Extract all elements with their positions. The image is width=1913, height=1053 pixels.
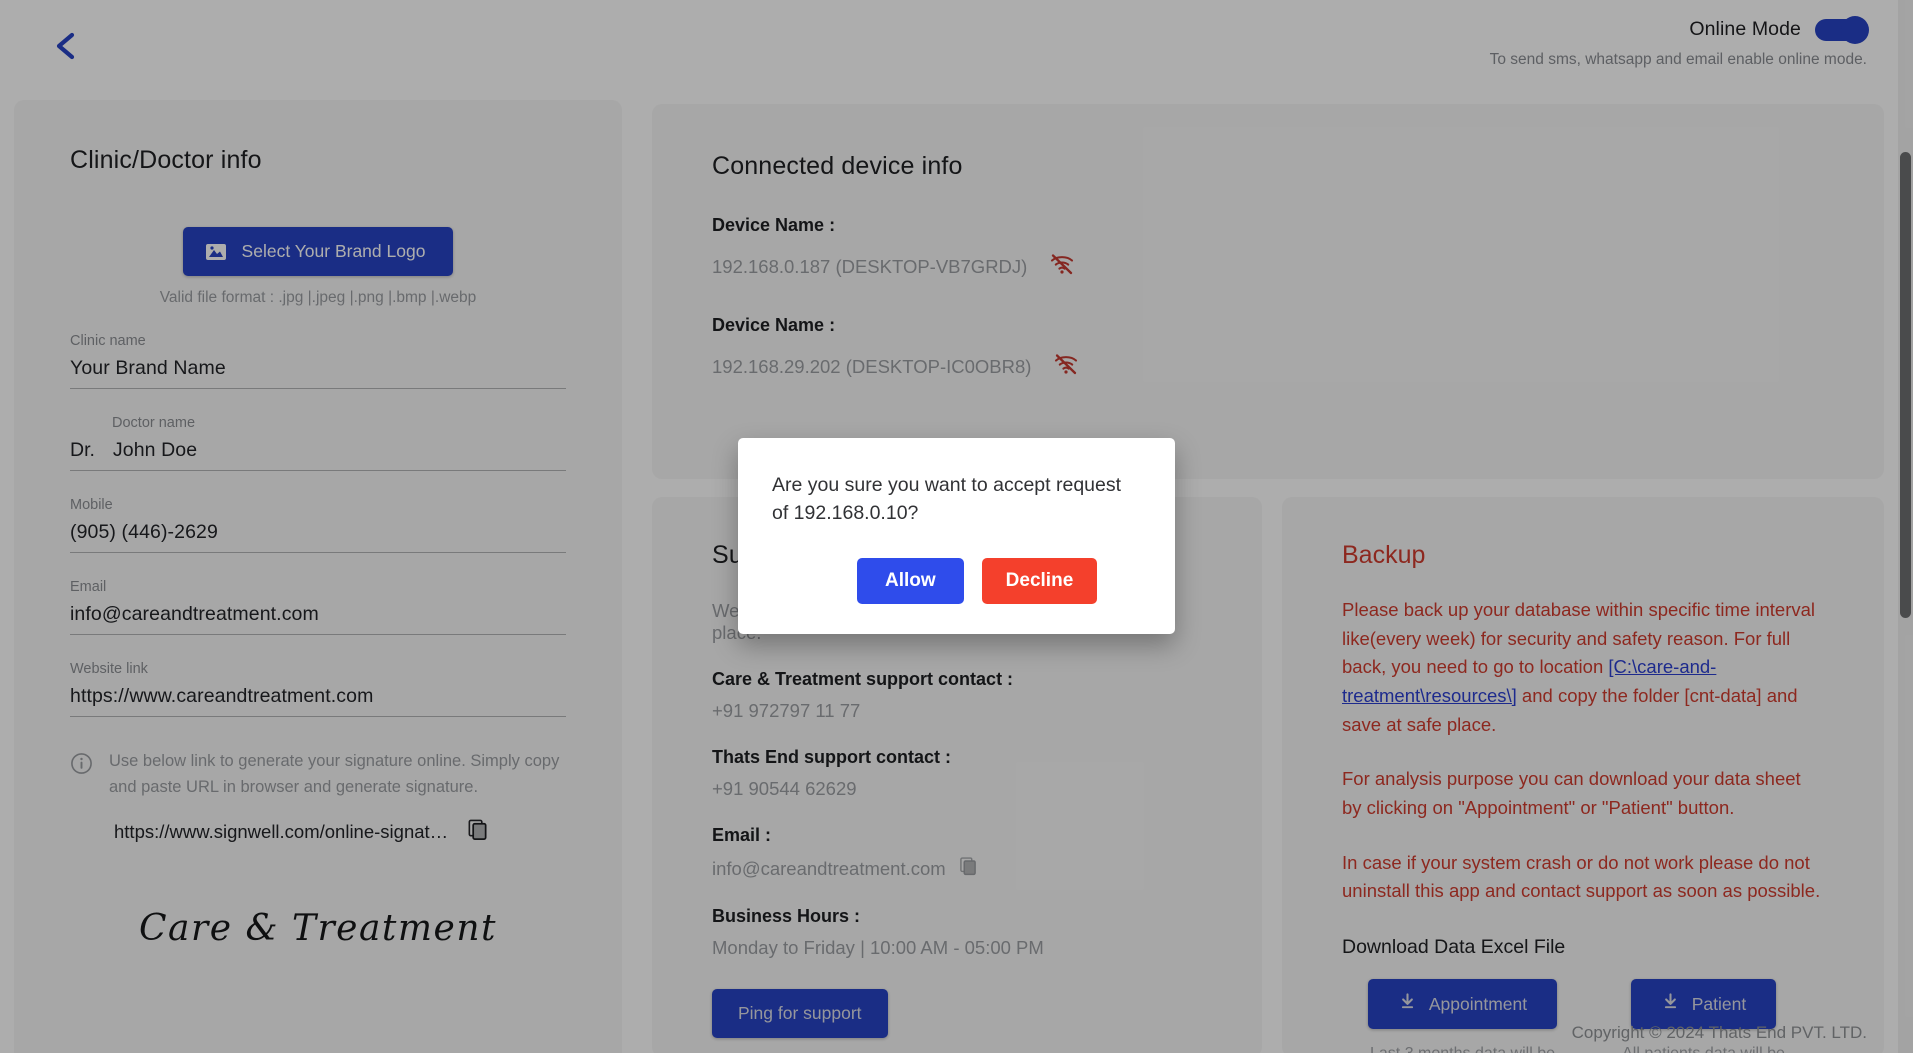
app-root: Online Mode To send sms, whatsapp and em…: [0, 0, 1913, 1053]
accept-request-dialog: Are you sure you want to accept request …: [738, 438, 1175, 634]
decline-button[interactable]: Decline: [981, 557, 1098, 604]
allow-button[interactable]: Allow: [857, 557, 964, 604]
dialog-message: Are you sure you want to accept request …: [772, 474, 1122, 525]
dialog-actions: Allow Decline: [772, 557, 1141, 604]
